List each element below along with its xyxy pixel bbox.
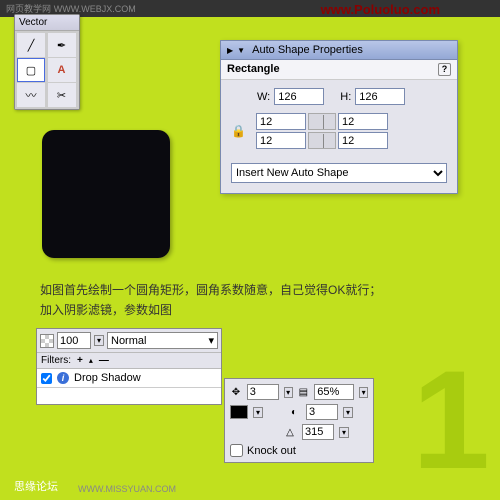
- vector-tools-panel: Vector ╱ ✒ ▢ A 〰 ✂: [14, 14, 80, 110]
- knife-tool[interactable]: ✂: [48, 83, 76, 107]
- auto-shape-panel: ▶▼ Auto Shape Properties Rectangle? W: H…: [220, 40, 458, 194]
- lock-icon[interactable]: 🔒: [231, 124, 246, 138]
- opacity-icon: ▤: [298, 387, 310, 398]
- knockout-checkbox[interactable]: [230, 444, 243, 457]
- filter-name: Drop Shadow: [74, 372, 141, 384]
- footer-name: 思缘论坛: [14, 478, 58, 494]
- panel-header[interactable]: ▶▼ Auto Shape Properties: [221, 41, 457, 60]
- dd-icon[interactable]: ▾: [284, 387, 293, 398]
- corner-bl-input[interactable]: [256, 132, 306, 149]
- opacity-dropdown-icon[interactable]: ▾: [94, 335, 104, 346]
- vector-tool-grid: ╱ ✒ ▢ A 〰 ✂: [15, 31, 79, 109]
- insert-shape-select[interactable]: Insert New Auto Shape: [231, 163, 447, 183]
- filter-empty-row: [37, 388, 221, 404]
- shape-type-label: Rectangle?: [221, 60, 457, 80]
- drop-shadow-panel: ✥ ▾ ▤ ▾ ▾ ◐ ▾ △ ▾ Knock out: [224, 378, 374, 463]
- line-tool[interactable]: ╱: [17, 33, 45, 57]
- add-filter-icon[interactable]: +: [77, 355, 83, 366]
- opacity-input[interactable]: [57, 332, 91, 349]
- corner-tl-input[interactable]: [256, 113, 306, 130]
- dd-icon[interactable]: ▾: [253, 407, 263, 418]
- shadow-distance-input[interactable]: [247, 384, 279, 400]
- filters-panel: ▾ Normal▾ Filters: +▴ — i Drop Shadow: [36, 328, 222, 405]
- filter-enabled-checkbox[interactable]: [41, 373, 52, 384]
- filters-label: Filters:: [41, 355, 71, 366]
- width-input[interactable]: [274, 88, 324, 105]
- info-icon[interactable]: i: [57, 372, 69, 384]
- angle-icon: △: [283, 427, 297, 438]
- step-number: 1: [412, 350, 490, 490]
- softness-icon: ◐: [287, 407, 301, 418]
- freeform-tool[interactable]: 〰: [17, 83, 45, 107]
- rectangle-tool[interactable]: ▢: [17, 58, 45, 82]
- filter-item[interactable]: i Drop Shadow: [37, 369, 221, 388]
- shadow-opacity-input[interactable]: [314, 384, 354, 400]
- text-tool[interactable]: A: [48, 58, 76, 82]
- knockout-field[interactable]: Knock out: [230, 444, 368, 457]
- shadow-softness-input[interactable]: [306, 404, 338, 420]
- width-field: W:: [257, 88, 324, 105]
- distance-icon: ✥: [230, 387, 242, 398]
- dd-icon[interactable]: ▾: [339, 427, 349, 438]
- pen-tool[interactable]: ✒: [48, 33, 76, 57]
- dd-icon[interactable]: ▾: [359, 387, 368, 398]
- height-field: H:: [340, 88, 405, 105]
- collapse-icon[interactable]: ▶: [227, 46, 233, 55]
- help-icon[interactable]: ?: [438, 63, 451, 76]
- expand-icon[interactable]: ▼: [237, 46, 245, 55]
- corner-link-bottom[interactable]: [308, 132, 336, 149]
- footer-url: WWW.MISSYUAN.COM: [78, 484, 176, 494]
- instruction-text: 如图首先绘制一个圆角矩形，圆角系数随意，自己觉得OK就行； 加入阴影滤镜，参数如…: [40, 280, 381, 320]
- height-input[interactable]: [355, 88, 405, 105]
- shadow-angle-input[interactable]: [302, 424, 334, 440]
- vector-title: Vector: [15, 15, 79, 31]
- shape-preview: [42, 130, 170, 258]
- dd-icon[interactable]: ▾: [343, 407, 353, 418]
- corner-tr-input[interactable]: [338, 113, 388, 130]
- corner-link-top[interactable]: [308, 113, 336, 130]
- remove-filter-icon[interactable]: —: [99, 355, 109, 366]
- shadow-color-swatch[interactable]: [230, 405, 248, 419]
- transparency-icon[interactable]: [40, 334, 54, 348]
- corner-br-input[interactable]: [338, 132, 388, 149]
- watermark-url: www.Poluoluo.com: [321, 2, 440, 17]
- blend-mode-select[interactable]: Normal▾: [107, 332, 218, 349]
